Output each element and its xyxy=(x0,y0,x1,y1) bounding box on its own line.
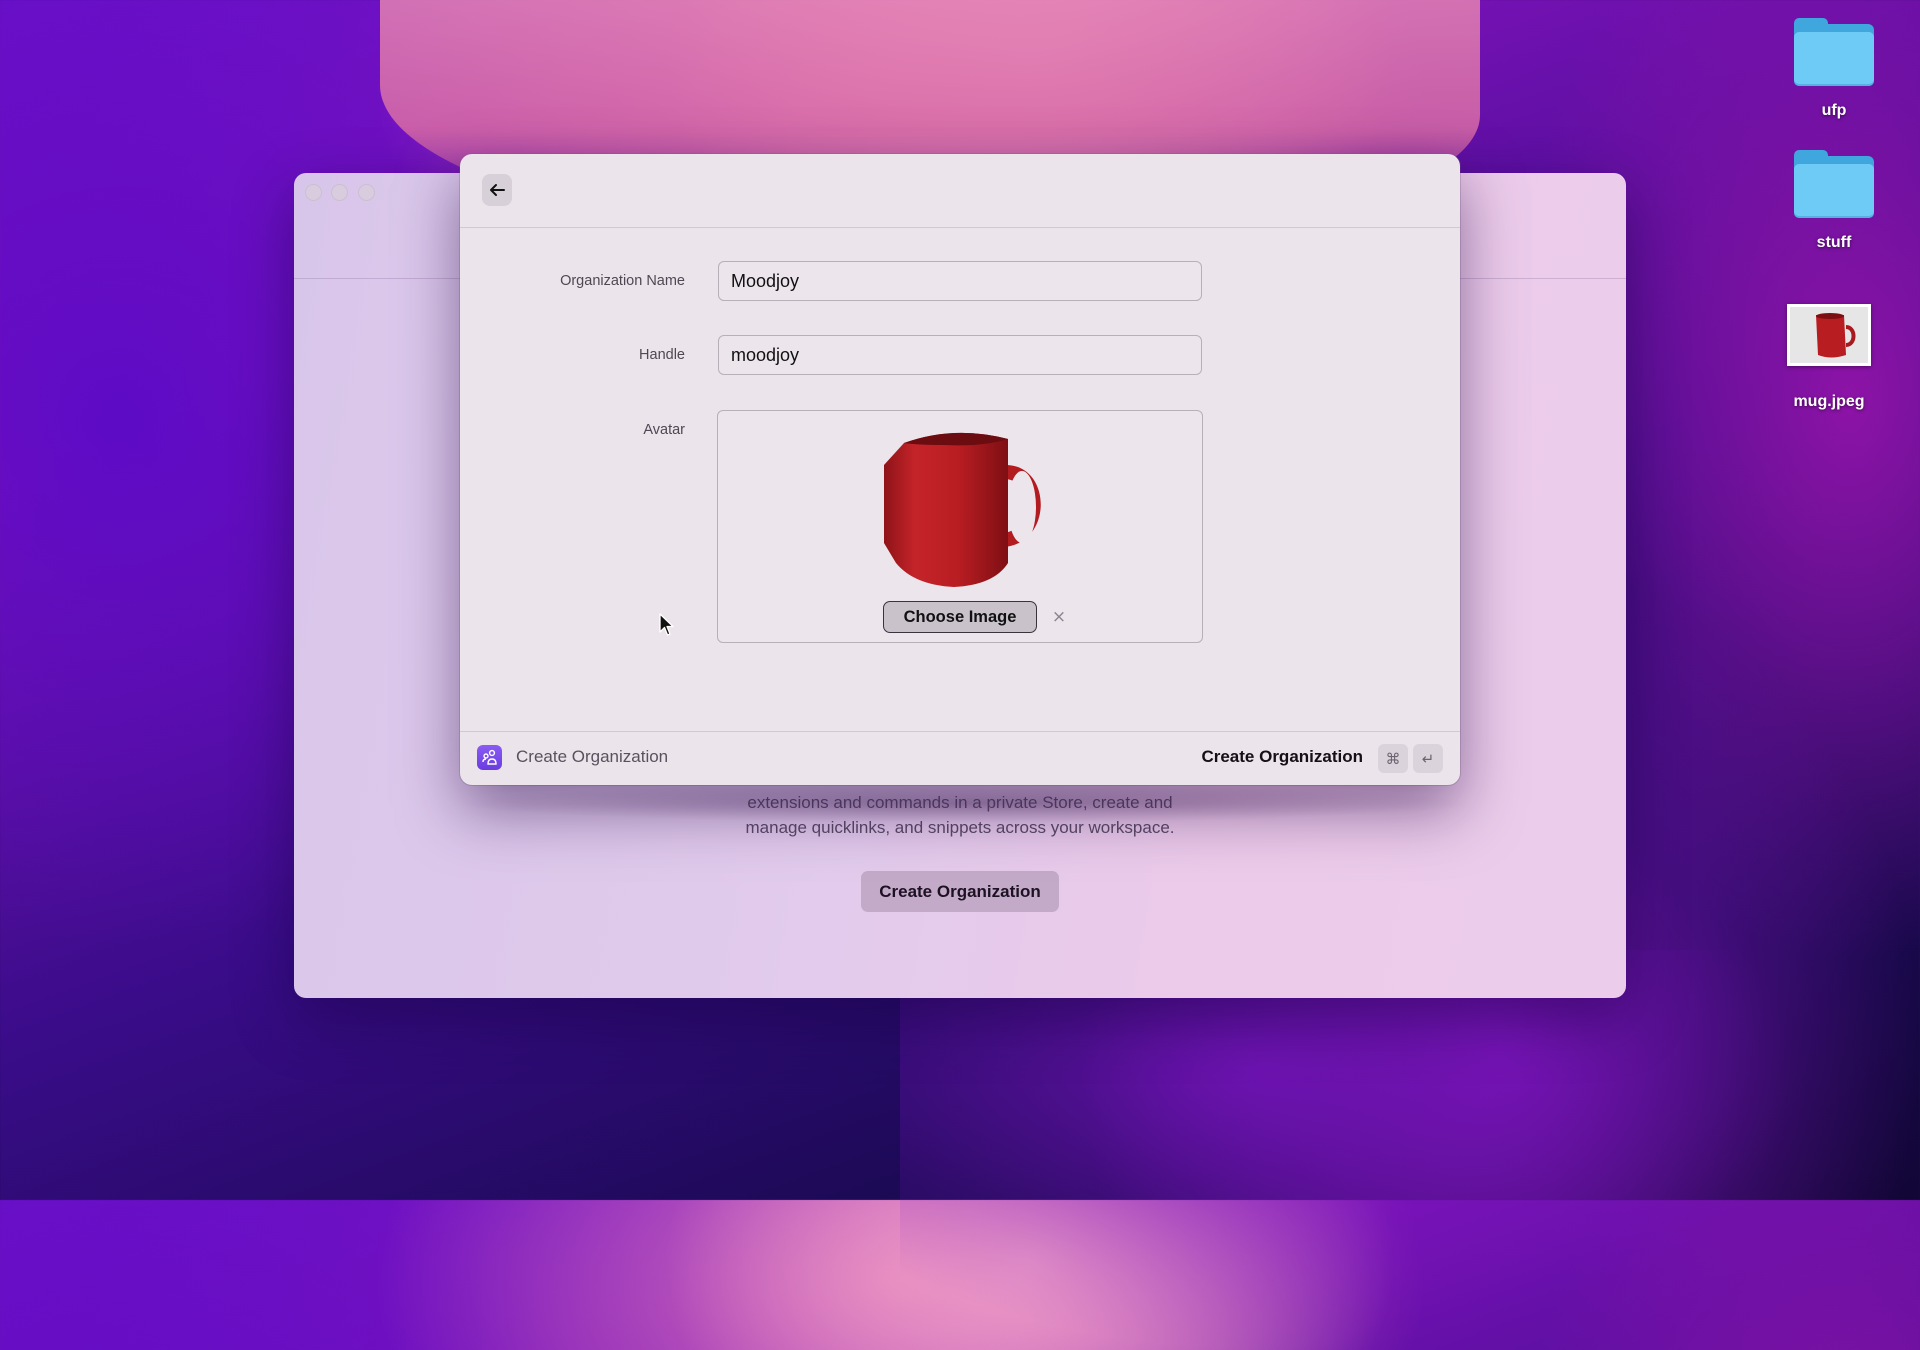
avatar-dropzone[interactable]: Choose Image × xyxy=(717,410,1203,643)
desktop-item-label: mug.jpeg xyxy=(1793,393,1865,410)
return-key-icon: ↵ xyxy=(1413,744,1443,773)
create-organization-dialog: Organization Name Handle Avatar Choose I… xyxy=(460,154,1460,785)
command-key-icon: ⌘ xyxy=(1378,744,1408,773)
org-name-label: Organization Name xyxy=(560,273,685,289)
arrow-left-icon xyxy=(490,184,505,196)
dialog-footer: Create Organization Create Organization … xyxy=(460,731,1460,785)
close-window-button[interactable] xyxy=(305,184,322,201)
desktop-item-label: ufp xyxy=(1821,102,1847,119)
description-line: manage quicklinks, and snippets across y… xyxy=(745,818,1175,837)
mouse-cursor-icon xyxy=(659,613,674,636)
desktop-item-label: stuff xyxy=(1816,234,1852,251)
organization-icon xyxy=(477,745,502,770)
zoom-window-button[interactable] xyxy=(358,184,375,201)
folder-icon xyxy=(1794,150,1874,218)
clear-image-button[interactable]: × xyxy=(1048,605,1070,629)
create-organization-button[interactable]: Create Organization xyxy=(861,871,1059,912)
choose-image-button[interactable]: Choose Image xyxy=(883,601,1037,633)
create-organization-action[interactable]: Create Organization xyxy=(1201,747,1363,767)
minimize-window-button[interactable] xyxy=(331,184,348,201)
organization-description: extensions and commands in a private Sto… xyxy=(294,790,1626,840)
footer-title: Create Organization xyxy=(516,747,669,766)
dialog-header xyxy=(460,154,1460,228)
handle-input[interactable] xyxy=(718,335,1202,375)
avatar-label: Avatar xyxy=(643,422,685,438)
org-name-input[interactable] xyxy=(718,261,1202,301)
desktop-folder-ufp[interactable]: ufp xyxy=(1774,18,1894,120)
wallpaper-glow xyxy=(900,950,1800,1350)
handle-label: Handle xyxy=(639,347,685,363)
avatar-image-mug xyxy=(884,432,1041,587)
folder-icon xyxy=(1794,18,1874,86)
desktop-file-mug[interactable]: mug.jpeg xyxy=(1769,304,1889,411)
description-line: extensions and commands in a private Sto… xyxy=(747,793,1173,812)
image-thumbnail-icon xyxy=(1787,304,1871,366)
back-button[interactable] xyxy=(482,174,512,206)
desktop-folder-stuff[interactable]: stuff xyxy=(1774,150,1894,252)
